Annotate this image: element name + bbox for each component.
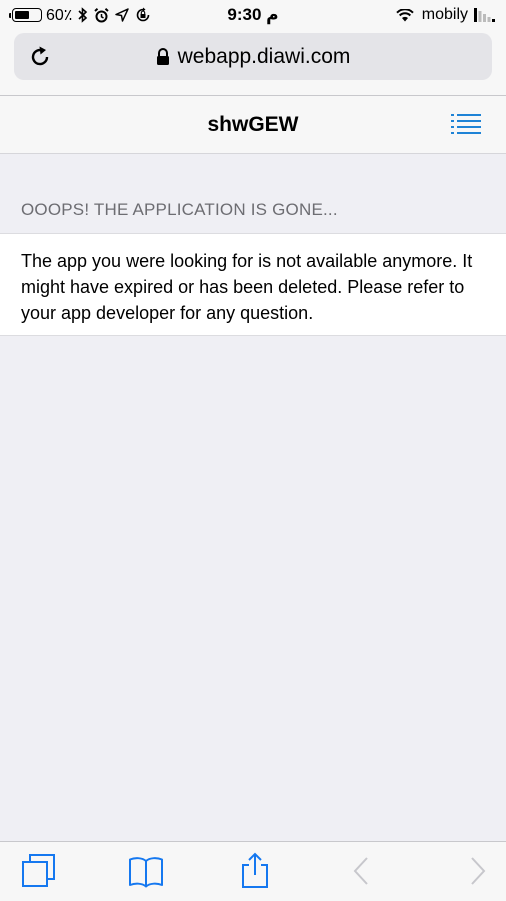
list-menu-icon[interactable] — [451, 113, 481, 140]
forward-chevron-icon[interactable] — [469, 856, 487, 891]
status-bar: 60٪ 9:30 م mobily — [0, 0, 506, 30]
lock-icon — [156, 47, 170, 66]
signal-icon — [474, 8, 496, 22]
back-chevron-icon[interactable] — [352, 856, 370, 891]
message-cell: The app you were looking for is not avai… — [0, 233, 506, 336]
wifi-icon — [396, 8, 414, 22]
carrier-name: mobily — [421, 6, 468, 23]
share-icon[interactable] — [238, 852, 272, 895]
browser-toolbar — [0, 841, 506, 901]
url-text[interactable]: webapp.diawi.com — [178, 45, 351, 69]
section-header: OOOPS! THE APPLICATION IS GONE... — [21, 200, 338, 219]
app-navbar: shwGEW — [0, 96, 506, 154]
error-message: The app you were looking for is not avai… — [21, 251, 473, 323]
status-right: mobily — [390, 5, 496, 25]
bookmarks-icon[interactable] — [127, 852, 165, 895]
browser-chrome: webapp.diawi.com — [0, 30, 506, 96]
page-title: shwGEW — [207, 113, 299, 136]
reload-icon[interactable] — [28, 45, 52, 74]
address-bar[interactable]: webapp.diawi.com — [14, 33, 492, 80]
tabs-icon[interactable] — [20, 852, 58, 895]
